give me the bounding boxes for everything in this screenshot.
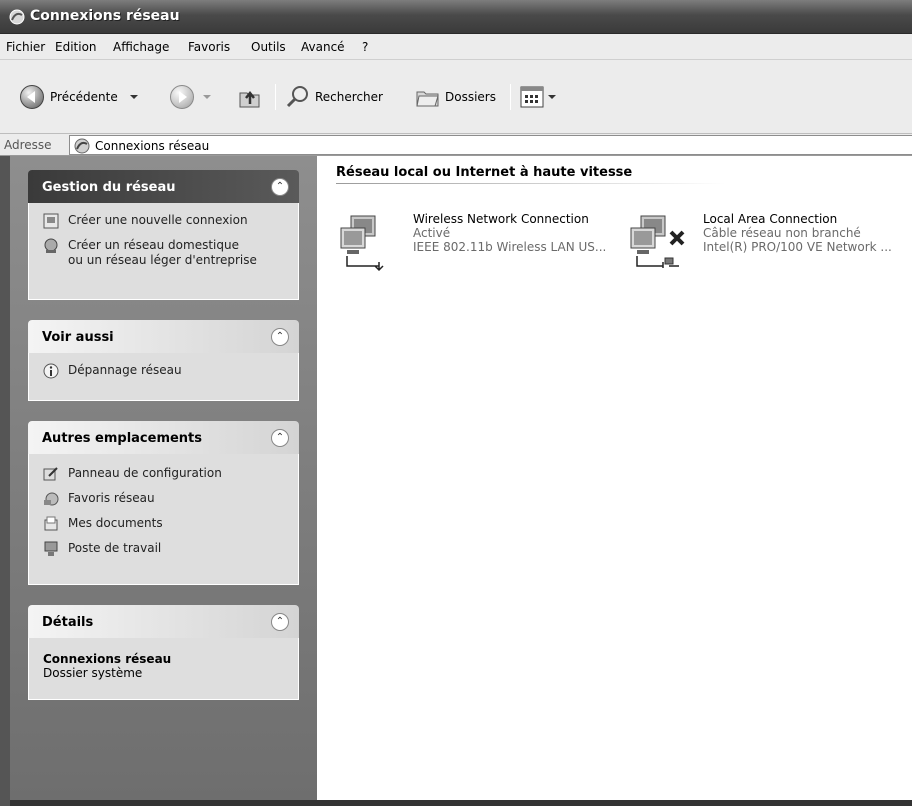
content-area: Réseau local ou Internet à haute vitesse… bbox=[317, 156, 912, 800]
task-create-home-network[interactable]: Créer un réseau domestique ou un réseau … bbox=[43, 238, 286, 268]
search-button[interactable]: Rechercher bbox=[285, 84, 383, 110]
panel-header[interactable]: Détails ⌃ bbox=[28, 605, 299, 638]
address-field[interactable]: Connexions réseau bbox=[69, 135, 912, 155]
wireless-connection-icon bbox=[340, 215, 384, 272]
task-troubleshoot[interactable]: Dépannage réseau bbox=[43, 363, 286, 379]
panel-body: Créer une nouvelle connexion Créer un ré… bbox=[28, 203, 299, 300]
panel-other-places: Autres emplacements ⌃ Panneau de configu… bbox=[28, 421, 299, 585]
title-bar[interactable]: Connexions réseau bbox=[0, 0, 912, 34]
connection-status: Câble réseau non branché bbox=[703, 226, 861, 240]
panel-see-also: Voir aussi ⌃ Dépannage réseau bbox=[28, 320, 299, 401]
panel-body: Panneau de configuration Favoris réseau … bbox=[28, 454, 299, 585]
task-create-connection[interactable]: Créer une nouvelle connexion bbox=[43, 213, 286, 229]
toolbar: Précédente Rechercher Dossiers bbox=[0, 60, 912, 134]
group-divider bbox=[336, 183, 726, 184]
up-folder-icon bbox=[239, 90, 260, 108]
search-icon bbox=[286, 86, 308, 108]
panel-network-tasks: Gestion du réseau ⌃ Créer une nouvelle c… bbox=[28, 170, 299, 300]
connection-name: Local Area Connection bbox=[703, 212, 838, 226]
lan-connection-icon bbox=[630, 215, 685, 268]
panel-header[interactable]: Autres emplacements ⌃ bbox=[28, 421, 299, 454]
network-connections-icon bbox=[74, 138, 90, 154]
collapse-icon[interactable]: ⌃ bbox=[271, 613, 289, 631]
collapse-icon[interactable]: ⌃ bbox=[271, 178, 289, 196]
collapse-icon[interactable]: ⌃ bbox=[271, 429, 289, 447]
views-button[interactable] bbox=[520, 86, 556, 108]
place-network-places[interactable]: Favoris réseau bbox=[43, 491, 286, 507]
window-frame-left bbox=[0, 156, 10, 806]
address-value: Connexions réseau bbox=[95, 139, 210, 153]
panel-header[interactable]: Voir aussi ⌃ bbox=[28, 320, 299, 353]
panel-title: Détails bbox=[42, 615, 94, 630]
menu-tools[interactable]: Outils bbox=[251, 40, 286, 54]
toolbar-separator bbox=[510, 84, 511, 110]
connection-device: Intel(R) PRO/100 VE Network ... bbox=[703, 240, 892, 254]
place-my-computer[interactable]: Poste de travail bbox=[43, 541, 286, 557]
place-control-panel[interactable]: Panneau de configuration bbox=[43, 466, 286, 482]
forward-arrow-icon bbox=[170, 85, 194, 109]
address-label: Adresse bbox=[4, 138, 52, 152]
panel-body: Dépannage réseau bbox=[28, 353, 299, 401]
menu-edit[interactable]: Edition bbox=[55, 40, 97, 54]
computer-icon bbox=[44, 541, 58, 556]
address-bar: Adresse Connexions réseau bbox=[0, 134, 912, 156]
panel-title: Gestion du réseau bbox=[42, 180, 176, 195]
documents-icon bbox=[44, 516, 58, 531]
collapse-icon[interactable]: ⌃ bbox=[271, 328, 289, 346]
info-icon bbox=[43, 363, 59, 379]
menu-view[interactable]: Affichage bbox=[113, 40, 169, 54]
group-title: Réseau local ou Internet à haute vitesse bbox=[336, 165, 633, 180]
control-panel-icon bbox=[43, 467, 58, 481]
menu-file[interactable]: Fichier bbox=[6, 40, 45, 54]
window-frame-bottom bbox=[10, 800, 912, 806]
panel-details: Détails ⌃ Connexions réseau Dossier syst… bbox=[28, 605, 299, 700]
folders-icon bbox=[416, 91, 439, 107]
back-arrow-icon bbox=[20, 85, 44, 109]
details-type: Dossier système bbox=[43, 666, 143, 680]
details-name: Connexions réseau bbox=[43, 652, 172, 666]
connection-device: IEEE 802.11b Wireless LAN US... bbox=[413, 240, 607, 254]
forward-button[interactable] bbox=[170, 85, 211, 109]
menu-advanced[interactable]: Avancé bbox=[301, 40, 345, 54]
panel-title: Voir aussi bbox=[42, 330, 114, 345]
connection-status: Activé bbox=[413, 226, 451, 240]
back-label: Précédente bbox=[50, 90, 118, 104]
panel-title: Autres emplacements bbox=[42, 431, 203, 446]
folders-button[interactable]: Dossiers bbox=[415, 84, 496, 110]
place-my-documents[interactable]: Mes documents bbox=[43, 516, 286, 532]
panel-header[interactable]: Gestion du réseau ⌃ bbox=[28, 170, 299, 203]
menu-favorites[interactable]: Favoris bbox=[188, 40, 230, 54]
search-label: Rechercher bbox=[315, 90, 383, 104]
views-dropdown-icon[interactable] bbox=[548, 95, 556, 99]
window-title: Connexions réseau bbox=[30, 8, 180, 24]
network-places-icon bbox=[44, 492, 59, 506]
folders-label: Dossiers bbox=[445, 90, 496, 104]
new-connection-icon bbox=[43, 213, 59, 229]
connection-name: Wireless Network Connection bbox=[413, 212, 589, 226]
panel-body: Connexions réseau Dossier système bbox=[28, 638, 299, 700]
back-dropdown-icon[interactable] bbox=[129, 95, 138, 99]
forward-dropdown-icon[interactable] bbox=[203, 95, 211, 99]
home-network-icon bbox=[44, 238, 58, 253]
toolbar-separator bbox=[275, 84, 276, 110]
menu-help[interactable]: ? bbox=[362, 40, 368, 54]
network-connections-icon bbox=[9, 9, 25, 25]
menu-bar: Fichier Edition Affichage Favoris Outils… bbox=[0, 34, 912, 60]
back-button[interactable]: Précédente bbox=[20, 85, 138, 109]
up-folder-button[interactable] bbox=[237, 84, 263, 110]
